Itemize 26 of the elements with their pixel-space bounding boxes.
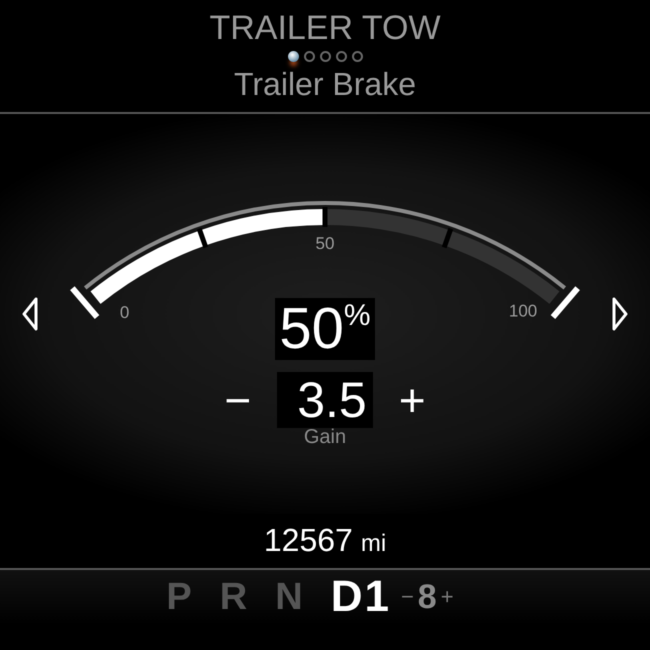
gear-down-sign: − [400, 584, 414, 610]
gauge-scale-label: 0 [120, 303, 130, 320]
right-arrow-icon[interactable] [612, 297, 628, 331]
gauge-tick [442, 228, 454, 248]
screen-subtitle: Trailer Brake [234, 66, 416, 102]
gear-label: R [220, 576, 250, 618]
odometer-value: 12567 [264, 522, 353, 559]
gear-up-sign: + [440, 584, 454, 610]
gauge-scale-label: 100 [508, 301, 538, 320]
gauge-end-mark [70, 286, 100, 320]
percent-readout: 50% [275, 298, 375, 360]
manual-gear: 8 [418, 578, 437, 616]
gain-label: Gain [304, 426, 346, 449]
gauge-tick [322, 207, 328, 227]
gauge-end-mark [550, 286, 580, 320]
gain-value: 3.5 [277, 372, 373, 428]
odometer-unit: mi [360, 530, 386, 558]
increase-button[interactable]: + [394, 377, 430, 423]
screen-title: TRAILER TOW [209, 10, 441, 46]
gauge-tick [196, 228, 208, 248]
decrease-button[interactable]: − [220, 377, 256, 423]
gear-label: D1 [330, 572, 391, 622]
gear-label: N [275, 576, 305, 618]
left-arrow-icon[interactable] [22, 297, 38, 331]
gauge-scale-label: 50 [316, 234, 334, 253]
gear-label: P [166, 576, 194, 618]
